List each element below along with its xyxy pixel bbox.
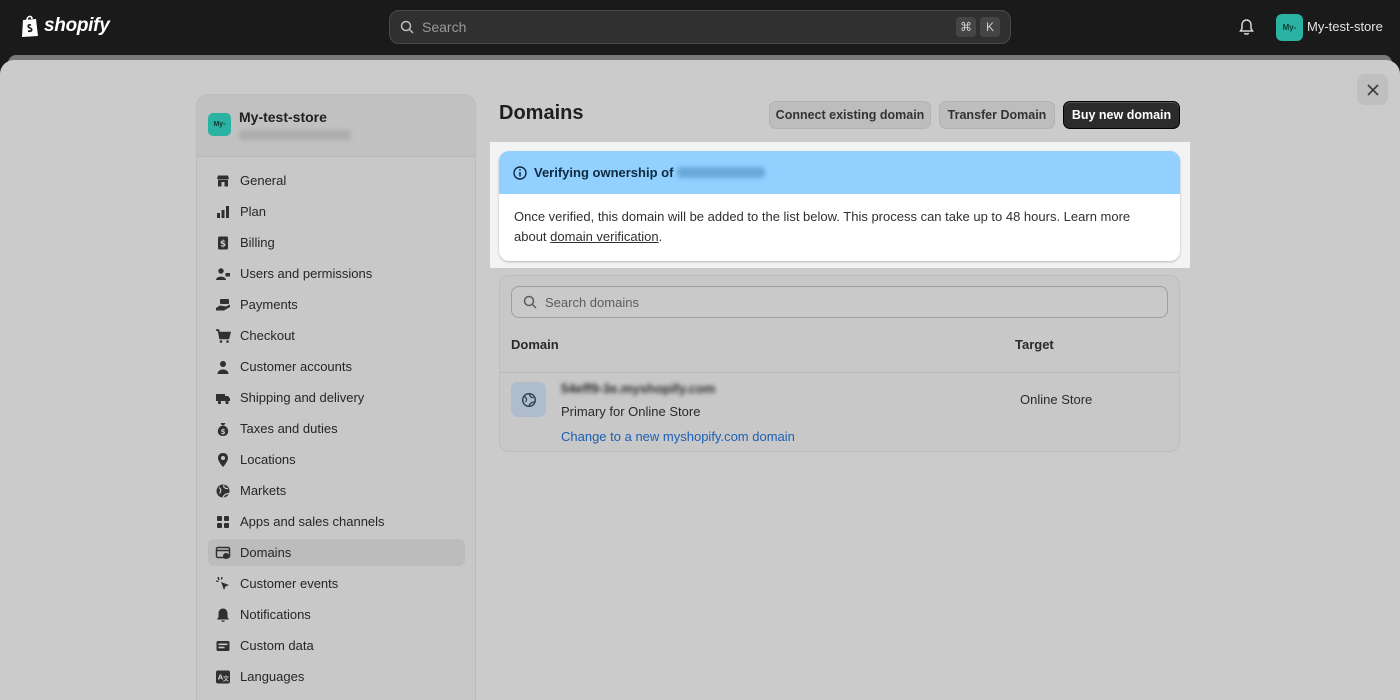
payments-hand-icon [216, 298, 230, 310]
sidebar-item-shipping-and-delivery[interactable]: Shipping and delivery [208, 384, 465, 411]
translate-icon: A文 [216, 670, 230, 683]
store-avatar: My- [208, 113, 231, 136]
shopify-bag-icon [22, 15, 38, 37]
pending-domain-redacted [677, 167, 766, 178]
banner-heading: Verifying ownership of [534, 165, 674, 180]
page-title: Domains [499, 102, 584, 124]
bell-icon [217, 608, 229, 622]
sidebar-item-label: Plan [240, 204, 267, 219]
svg-text:$: $ [221, 428, 226, 436]
sidebar-item-apps-and-sales-channels[interactable]: Apps and sales channels [208, 508, 465, 535]
sidebar-item-taxes-and-duties[interactable]: $ Taxes and duties [208, 415, 465, 442]
sidebar-item-locations[interactable]: Locations [208, 446, 465, 473]
sidebar-item-label: Payments [240, 297, 298, 312]
transfer-domain-button[interactable]: Transfer Domain [939, 101, 1055, 129]
sidebar-item-checkout[interactable]: Checkout [208, 322, 465, 349]
cursor-click-icon [215, 576, 229, 590]
globe-icon [216, 484, 230, 498]
sidebar-item-label: Billing [240, 235, 275, 250]
close-icon [1366, 83, 1379, 96]
billing-icon: $ [218, 236, 228, 249]
connect-existing-domain-button[interactable]: Connect existing domain [769, 101, 931, 129]
sidebar-item-plan[interactable]: Plan [208, 198, 465, 225]
sidebar-item-payments[interactable]: Payments [208, 291, 465, 318]
buy-new-domain-button[interactable]: Buy new domain [1063, 101, 1180, 129]
shortcut-key-k: K [980, 17, 1000, 37]
person-icon [217, 360, 229, 374]
banner-period: . [658, 229, 663, 244]
store-menu-name[interactable]: My-test-store [1307, 19, 1383, 34]
change-myshopify-domain-link[interactable]: Change to a new myshopify.com domain [561, 429, 795, 444]
settings-sidebar: My- My-test-store General Plan $ Billing Use… [196, 94, 476, 700]
domain-verification-link[interactable]: domain verification [550, 229, 658, 244]
sidebar-item-label: Custom data [240, 638, 314, 653]
search-domains-input[interactable]: Search domains [511, 286, 1168, 318]
search-icon [400, 20, 414, 34]
svg-text:$: $ [220, 239, 226, 249]
sidebar-item-billing[interactable]: $ Billing [208, 229, 465, 256]
store-email-redacted [239, 130, 351, 140]
sidebar-item-custom-data[interactable]: Custom data [208, 632, 465, 659]
verification-banner: Verifying ownership of Once verified, th… [499, 151, 1180, 261]
search-icon [523, 295, 537, 309]
sidebar-item-notifications[interactable]: Notifications [208, 601, 465, 628]
notifications-bell-icon[interactable] [1238, 18, 1255, 36]
brand-name: shopify [44, 15, 110, 36]
sidebar-item-label: Notifications [240, 607, 311, 622]
shopify-logo[interactable]: shopify [20, 14, 110, 38]
sidebar-item-languages[interactable]: A 文 Languages [208, 663, 465, 690]
global-search-input[interactable]: Search ⌘ K [389, 10, 1011, 44]
location-pin-icon [218, 452, 228, 467]
shortcut-key-cmd: ⌘ [956, 17, 976, 37]
sidebar-item-label: Shipping and delivery [240, 390, 365, 405]
sidebar-item-domains[interactable]: Domains [208, 539, 465, 566]
sidebar-item-label: Markets [240, 483, 287, 498]
store-icon [217, 175, 229, 186]
sidebar-item-label: Checkout [240, 328, 295, 343]
truck-icon [216, 393, 230, 404]
sidebar-item-markets[interactable]: Markets [208, 477, 465, 504]
domains-icon [215, 546, 231, 559]
users-icon [216, 267, 230, 280]
sidebar-item-customer-events[interactable]: Customer events [208, 570, 465, 597]
database-icon [216, 640, 230, 651]
sidebar-item-label: Locations [240, 452, 296, 467]
store-header[interactable]: My- My-test-store [197, 95, 475, 157]
plan-chart-icon [217, 205, 229, 218]
cart-icon [216, 328, 231, 343]
domain-name[interactable]: 54eff9-3e.myshopify.com [561, 381, 715, 396]
sidebar-item-label: Customer events [240, 576, 339, 591]
domain-globe-thumbnail [511, 382, 546, 417]
sidebar-item-label: Users and permissions [240, 266, 373, 281]
sidebar-item-label: Domains [240, 545, 292, 560]
sidebar-item-label: Languages [240, 669, 305, 684]
column-header-target: Target [1015, 337, 1054, 352]
svg-text:文: 文 [222, 675, 230, 683]
sidebar-item-customer-accounts[interactable]: Customer accounts [208, 353, 465, 380]
sidebar-item-label: Apps and sales channels [240, 514, 385, 529]
column-header-domain: Domain [511, 337, 559, 352]
domain-subtitle: Primary for Online Store [561, 404, 701, 419]
close-button[interactable] [1357, 74, 1388, 105]
domain-target: Online Store [1020, 392, 1093, 407]
info-icon [513, 165, 527, 180]
sidebar-item-label: Customer accounts [240, 359, 352, 374]
sidebar-item-label: Taxes and duties [240, 421, 338, 436]
money-bag-icon: $ [217, 422, 229, 436]
banner-body: Once verified, this domain will be added… [499, 194, 1180, 260]
globe-icon [521, 392, 536, 407]
sidebar-item-users-and-permissions[interactable]: Users and permissions [208, 260, 465, 287]
search-domains-placeholder: Search domains [545, 294, 639, 310]
divider [500, 372, 1179, 373]
top-bar: shopify Search ⌘ K My- My-test-store [0, 0, 1400, 55]
store-name: My-test-store [239, 109, 327, 125]
store-avatar[interactable]: My- [1276, 14, 1303, 41]
apps-grid-icon [217, 515, 229, 528]
banner-header: Verifying ownership of [499, 151, 1180, 194]
sidebar-item-general[interactable]: General [208, 167, 465, 194]
sidebar-item-label: General [240, 173, 287, 188]
settings-nav: General Plan $ Billing Users and permissions… [208, 167, 465, 694]
domains-card: Search domains Domain Target 54eff9-3e.m… [499, 275, 1180, 452]
search-placeholder: Search [422, 19, 467, 35]
